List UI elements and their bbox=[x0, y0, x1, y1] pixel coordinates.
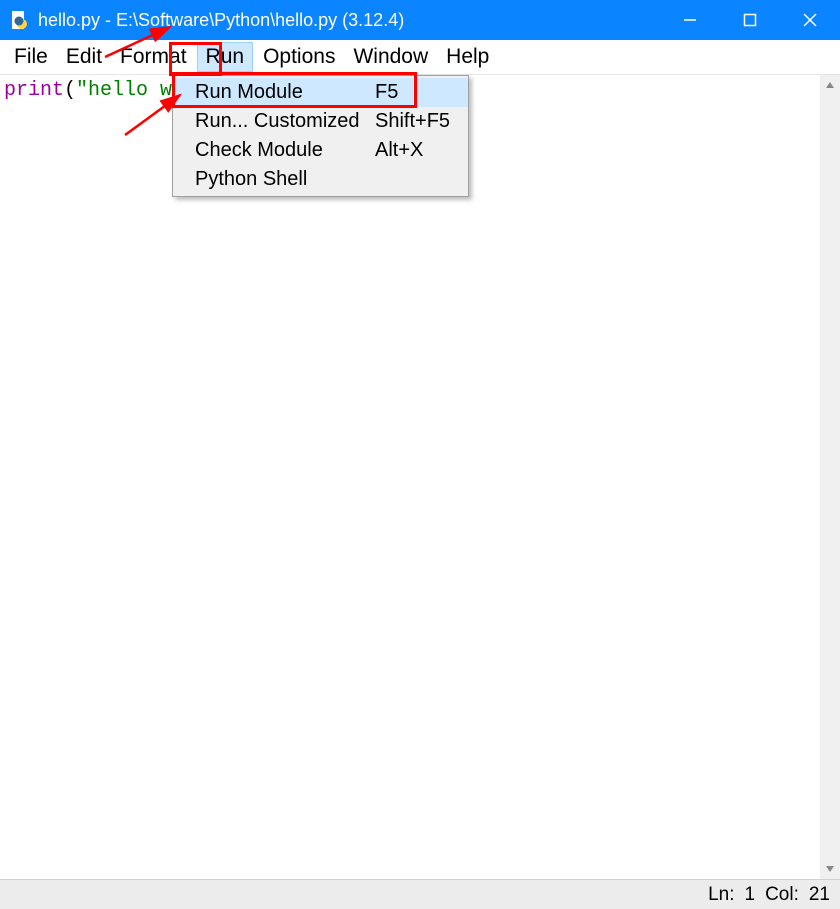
window-controls bbox=[660, 0, 840, 40]
menuitem-python-shell[interactable]: Python Shell bbox=[173, 165, 468, 194]
menu-format[interactable]: Format bbox=[112, 43, 195, 71]
status-line-value: 1 bbox=[744, 884, 755, 906]
menu-options[interactable]: Options bbox=[255, 43, 343, 71]
menu-file[interactable]: File bbox=[6, 43, 56, 71]
menuitem-run-module[interactable]: Run Module F5 bbox=[173, 78, 468, 107]
python-file-icon bbox=[8, 9, 30, 31]
menuitem-label: Run... Customized bbox=[195, 110, 375, 133]
scroll-up-icon[interactable] bbox=[820, 75, 840, 95]
menu-edit[interactable]: Edit bbox=[58, 43, 110, 71]
close-button[interactable] bbox=[780, 0, 840, 40]
status-bar: Ln: 1 Col: 21 bbox=[0, 879, 840, 909]
menuitem-shortcut: Shift+F5 bbox=[375, 110, 450, 133]
status-col-label: Col: bbox=[765, 884, 799, 906]
code-token-lparen: ( bbox=[64, 79, 76, 102]
menuitem-run-customized[interactable]: Run... Customized Shift+F5 bbox=[173, 107, 468, 136]
status-line-label: Ln: bbox=[708, 884, 734, 906]
maximize-button[interactable] bbox=[720, 0, 780, 40]
run-menu-dropdown: Run Module F5 Run... Customized Shift+F5… bbox=[172, 75, 469, 197]
vertical-scrollbar[interactable] bbox=[820, 75, 840, 879]
code-token-str-quote: " bbox=[76, 79, 88, 102]
menuitem-label: Python Shell bbox=[195, 168, 375, 191]
menu-bar: File Edit Format Run Options Window Help bbox=[0, 40, 840, 75]
menuitem-shortcut: Alt+X bbox=[375, 139, 423, 162]
window-title: hello.py - E:\Software\Python\hello.py (… bbox=[38, 10, 660, 31]
menuitem-shortcut: F5 bbox=[375, 81, 398, 104]
menuitem-label: Check Module bbox=[195, 139, 375, 162]
menuitem-check-module[interactable]: Check Module Alt+X bbox=[173, 136, 468, 165]
code-token-func: print bbox=[4, 79, 64, 102]
minimize-button[interactable] bbox=[660, 0, 720, 40]
menu-run[interactable]: Run bbox=[197, 42, 254, 72]
status-col-value: 21 bbox=[809, 884, 830, 906]
scroll-down-icon[interactable] bbox=[820, 859, 840, 879]
menuitem-label: Run Module bbox=[195, 81, 375, 104]
title-bar: hello.py - E:\Software\Python\hello.py (… bbox=[0, 0, 840, 40]
menu-window[interactable]: Window bbox=[345, 43, 436, 71]
menu-help[interactable]: Help bbox=[438, 43, 497, 71]
